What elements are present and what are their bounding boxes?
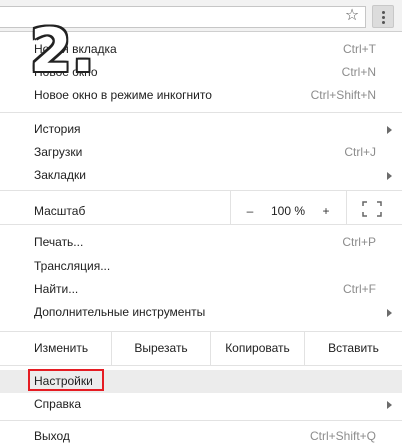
- menu-separator: [0, 224, 402, 225]
- menu-item-label: Загрузки: [34, 145, 83, 159]
- zoom-label: Масштаб: [34, 204, 86, 218]
- menu-separator: [0, 190, 402, 191]
- menu-item-label: Справка: [34, 397, 82, 411]
- edit-label: Изменить: [34, 341, 89, 355]
- paste-button[interactable]: Вставить: [304, 332, 402, 365]
- menu-item-exit[interactable]: Выход Ctrl+Shift+Q: [0, 425, 402, 448]
- menu-item-cast[interactable]: Трансляция...: [0, 255, 402, 278]
- menu-item-label: Трансляция...: [34, 259, 111, 273]
- zoom-out-button[interactable]: –: [242, 204, 258, 219]
- menu-item-label: Печать...: [34, 235, 84, 249]
- menu-item-label: Выход: [34, 429, 70, 443]
- menu-item-label: Дополнительные инструменты: [34, 305, 206, 319]
- menu-item-shortcut: Ctrl+P: [342, 235, 376, 249]
- menu-separator: [0, 365, 402, 366]
- fullscreen-icon[interactable]: [362, 201, 382, 217]
- submenu-arrow-icon: [387, 309, 392, 317]
- menu-item-shortcut: Ctrl+Shift+N: [310, 88, 376, 102]
- submenu-arrow-icon: [387, 172, 392, 180]
- copy-button[interactable]: Копировать: [210, 332, 304, 365]
- submenu-arrow-icon: [387, 401, 392, 409]
- menu-item-shortcut: Ctrl+F: [343, 282, 376, 296]
- menu-item-bookmarks[interactable]: Закладки: [0, 164, 402, 187]
- menu-item-incognito[interactable]: Новое окно в режиме инкогнито Ctrl+Shift…: [0, 84, 402, 107]
- menu-item-shortcut: Ctrl+J: [344, 145, 376, 159]
- step-number-annotation: 2.: [30, 16, 95, 86]
- cut-button[interactable]: Вырезать: [111, 332, 210, 365]
- menu-item-label: Новое окно в режиме инкогнито: [34, 88, 212, 102]
- menu-separator: [0, 420, 402, 421]
- vertical-ellipsis-icon[interactable]: [372, 5, 394, 28]
- menu-item-history[interactable]: История: [0, 118, 402, 141]
- zoom-in-button[interactable]: +: [318, 204, 334, 219]
- menu-separator: [0, 112, 402, 113]
- menu-item-shortcut: Ctrl+N: [341, 65, 376, 79]
- menu-item-label: История: [34, 122, 81, 136]
- menu-item-find[interactable]: Найти... Ctrl+F: [0, 278, 402, 301]
- zoom-divider: [230, 190, 231, 224]
- edit-row: Изменить Вырезать Копировать Вставить: [0, 332, 402, 365]
- menu-item-downloads[interactable]: Загрузки Ctrl+J: [0, 141, 402, 164]
- menu-item-more-tools[interactable]: Дополнительные инструменты: [0, 301, 402, 324]
- star-outline-icon[interactable]: ☆: [343, 7, 361, 25]
- menu-item-print[interactable]: Печать... Ctrl+P: [0, 231, 402, 254]
- menu-item-shortcut: Ctrl+Shift+Q: [309, 429, 376, 443]
- menu-item-help[interactable]: Справка: [0, 393, 402, 416]
- highlight-box: [28, 369, 104, 391]
- submenu-arrow-icon: [387, 126, 392, 134]
- zoom-level-value: 100 %: [270, 204, 306, 218]
- menu-item-shortcut: Ctrl+T: [343, 42, 376, 56]
- menu-item-label: Закладки: [34, 168, 86, 182]
- zoom-divider: [346, 190, 347, 224]
- menu-item-label: Найти...: [34, 282, 79, 296]
